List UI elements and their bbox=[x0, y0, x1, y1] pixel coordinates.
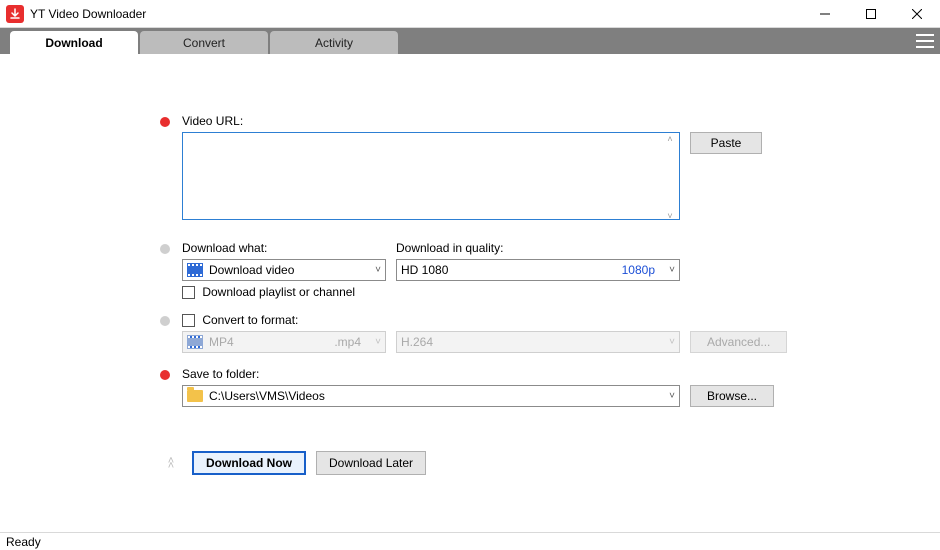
format-value: MP4 bbox=[209, 335, 234, 349]
chevron-down-icon: ˅ bbox=[669, 337, 675, 348]
title-bar: YT Video Downloader bbox=[0, 0, 940, 28]
playlist-checkbox-label: Download playlist or channel bbox=[202, 285, 355, 299]
download-panel: Video URL: ˄ ˅ Paste Download what: Down… bbox=[0, 54, 940, 475]
format-extension: .mp4 bbox=[334, 335, 361, 349]
app-icon bbox=[6, 5, 24, 23]
playlist-checkbox[interactable] bbox=[182, 286, 195, 299]
quality-tag: 1080p bbox=[622, 263, 655, 277]
tab-activity[interactable]: Activity bbox=[270, 31, 398, 54]
download-what-value: Download video bbox=[209, 263, 294, 277]
convert-checkbox-label: Convert to format: bbox=[202, 313, 298, 327]
folder-path: C:\Users\VMS\Videos bbox=[209, 389, 325, 403]
chevron-down-icon: ˅ bbox=[375, 337, 381, 348]
folder-icon bbox=[187, 390, 203, 402]
quality-value: HD 1080 bbox=[401, 263, 448, 277]
chevron-down-icon: ˅ bbox=[669, 265, 675, 276]
quality-label: Download in quality: bbox=[396, 241, 680, 255]
video-icon bbox=[187, 335, 203, 349]
video-icon bbox=[187, 263, 203, 277]
video-url-input[interactable] bbox=[182, 132, 680, 220]
hamburger-icon bbox=[916, 40, 934, 42]
codec-select: H.264 ˅ bbox=[396, 331, 680, 353]
folder-select[interactable]: C:\Users\VMS\Videos ˅ bbox=[182, 385, 680, 407]
format-select: MP4 .mp4 ˅ bbox=[182, 331, 386, 353]
download-what-label: Download what: bbox=[182, 241, 386, 255]
close-button[interactable] bbox=[894, 0, 940, 28]
maximize-button[interactable] bbox=[848, 0, 894, 28]
status-text: Ready bbox=[6, 535, 41, 549]
status-bar: Ready bbox=[0, 532, 940, 550]
download-later-button[interactable]: Download Later bbox=[316, 451, 426, 475]
collapse-icon[interactable]: ˄˄ bbox=[160, 457, 182, 470]
tab-bar: Download Convert Activity bbox=[0, 28, 940, 54]
tab-convert[interactable]: Convert bbox=[140, 31, 268, 54]
bullet-required-icon bbox=[160, 117, 170, 127]
chevron-down-icon: ˅ bbox=[669, 391, 675, 402]
download-now-button[interactable]: Download Now bbox=[192, 451, 306, 475]
bullet-required-icon bbox=[160, 370, 170, 380]
bullet-optional-icon bbox=[160, 244, 170, 254]
minimize-button[interactable] bbox=[802, 0, 848, 28]
tab-download[interactable]: Download bbox=[10, 31, 138, 54]
chevron-down-icon: ˅ bbox=[375, 265, 381, 276]
codec-value: H.264 bbox=[401, 335, 433, 349]
bullet-optional-icon bbox=[160, 316, 170, 326]
quality-select[interactable]: HD 1080 1080p ˅ bbox=[396, 259, 680, 281]
advanced-button: Advanced... bbox=[690, 331, 787, 353]
paste-button[interactable]: Paste bbox=[690, 132, 762, 154]
convert-checkbox[interactable] bbox=[182, 314, 195, 327]
video-url-label: Video URL: bbox=[182, 114, 243, 128]
browse-button[interactable]: Browse... bbox=[690, 385, 774, 407]
download-what-select[interactable]: Download video ˅ bbox=[182, 259, 386, 281]
app-title: YT Video Downloader bbox=[30, 7, 802, 21]
folder-label: Save to folder: bbox=[182, 367, 259, 381]
menu-button[interactable] bbox=[910, 28, 940, 54]
